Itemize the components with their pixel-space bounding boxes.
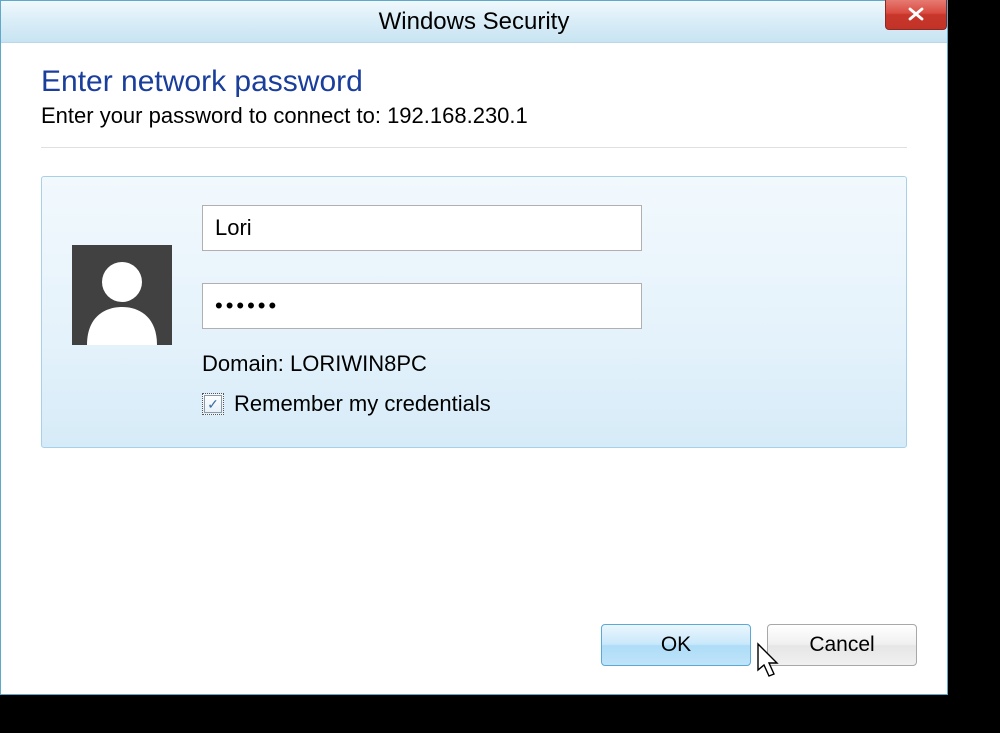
windows-security-dialog: Windows Security Enter network password … — [0, 0, 948, 695]
dialog-heading: Enter network password — [41, 65, 907, 99]
remember-credentials-row: ✓ Remember my credentials — [202, 391, 876, 417]
separator — [41, 147, 907, 148]
close-icon — [908, 6, 924, 24]
ok-button[interactable]: OK — [601, 624, 751, 666]
titlebar[interactable]: Windows Security — [1, 1, 947, 43]
window-title: Windows Security — [379, 8, 570, 36]
credentials-panel: Domain: LORIWIN8PC ✓ Remember my credent… — [41, 176, 907, 448]
checkmark-icon: ✓ — [207, 397, 219, 411]
domain-label: Domain: LORIWIN8PC — [202, 351, 876, 377]
password-input[interactable] — [202, 283, 642, 329]
cancel-button[interactable]: Cancel — [767, 624, 917, 666]
user-icon — [72, 245, 172, 345]
dialog-subheading: Enter your password to connect to: 192.1… — [41, 103, 907, 129]
dialog-button-row: OK Cancel — [601, 624, 917, 666]
username-input[interactable] — [202, 205, 642, 251]
content-area: Enter network password Enter your passwo… — [1, 43, 947, 448]
close-button[interactable] — [885, 0, 947, 30]
remember-credentials-checkbox[interactable]: ✓ — [202, 393, 224, 415]
remember-credentials-label: Remember my credentials — [234, 391, 491, 417]
credentials-fields: Domain: LORIWIN8PC ✓ Remember my credent… — [202, 205, 876, 417]
